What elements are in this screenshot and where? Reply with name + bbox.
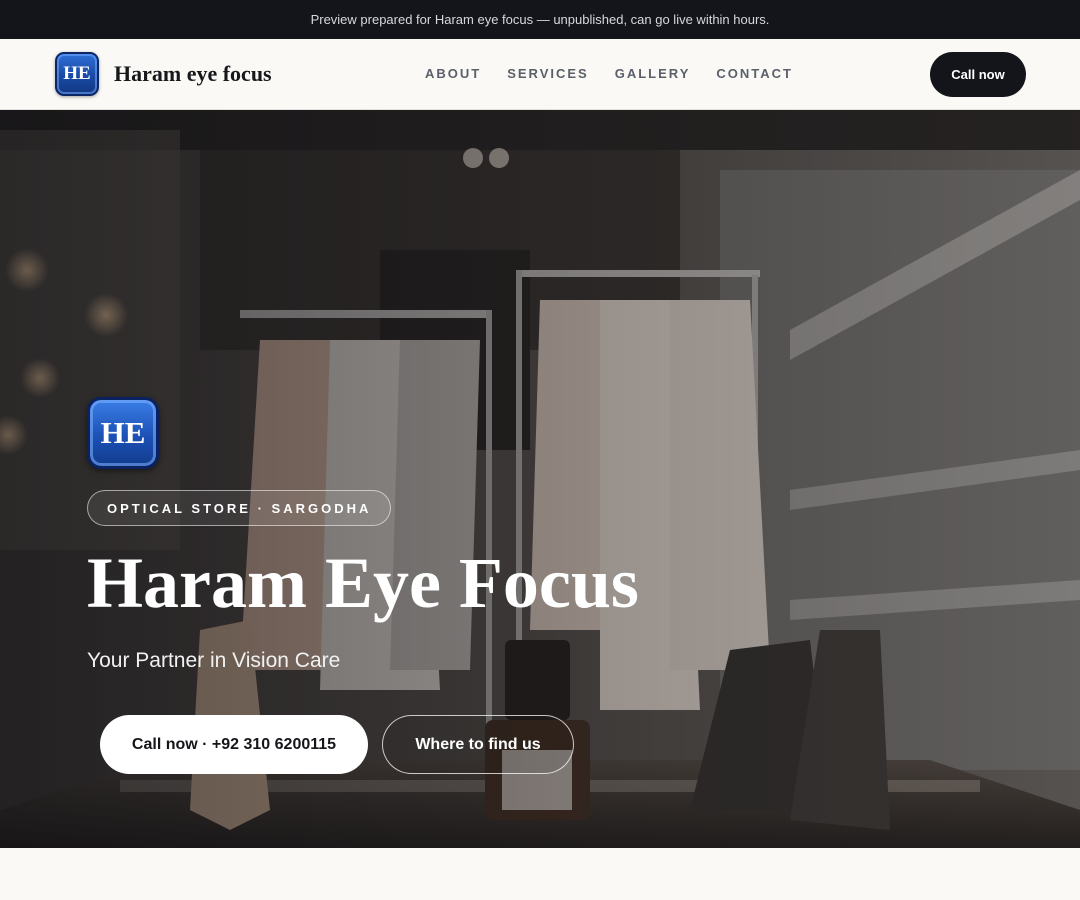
preview-banner: Preview prepared for Haram eye focus — u… (0, 0, 1080, 39)
next-section-start (0, 848, 1080, 900)
hero-content: HE OPTICAL STORE · SARGODHA Haram Eye Fo… (87, 397, 639, 774)
find-us-button[interactable]: Where to find us (382, 715, 574, 774)
nav-link-contact[interactable]: CONTACT (716, 66, 793, 81)
call-now-button[interactable]: Call now (930, 52, 1026, 97)
hero-section: HE OPTICAL STORE · SARGODHA Haram Eye Fo… (0, 110, 1080, 848)
brand-name: Haram eye focus (114, 61, 272, 86)
hero-logo-badge: HE (87, 397, 159, 469)
nav-link-about[interactable]: ABOUT (425, 66, 481, 81)
logo-badge: HE (55, 52, 99, 96)
nav-link-services[interactable]: SERVICES (507, 66, 589, 81)
site-header: HE Haram eye focus ABOUT SERVICES GALLER… (0, 39, 1080, 110)
preview-banner-text: Preview prepared for Haram eye focus — u… (310, 12, 770, 27)
call-phone-button[interactable]: Call now · +92 310 6200115 (100, 715, 368, 774)
store-tag-badge: OPTICAL STORE · SARGODHA (87, 490, 392, 526)
brand[interactable]: HE Haram eye focus (55, 52, 272, 96)
hero-title: Haram Eye Focus (87, 543, 639, 623)
main-nav: ABOUT SERVICES GALLERY CONTACT (425, 66, 793, 81)
nav-link-gallery[interactable]: GALLERY (615, 66, 691, 81)
hero-subtitle: Your Partner in Vision Care (87, 649, 341, 672)
